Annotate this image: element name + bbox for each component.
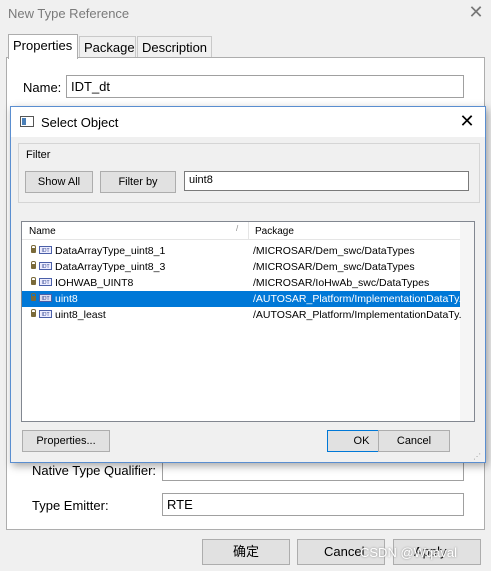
type-emitter-label: Type Emitter:	[32, 498, 109, 513]
parent-window-title: New Type Reference	[8, 6, 130, 21]
item-name: DataArrayType_uint8_1	[55, 245, 166, 257]
list-item[interactable]: IDT DataArrayType_uint8_1/MICROSAR/Dem_sw…	[22, 243, 460, 259]
item-name: IOHWAB_UINT8	[55, 277, 134, 289]
column-header-name[interactable]: Name	[29, 226, 56, 237]
datatype-icon: IDT	[39, 262, 52, 270]
datatype-icon: IDT	[39, 294, 52, 302]
window-icon	[20, 116, 34, 127]
item-package: /AUTOSAR_Platform/ImplementationDataTy..…	[253, 293, 461, 305]
list-item[interactable]: IDT DataArrayType_uint8_3/MICROSAR/Dem_sw…	[22, 259, 460, 275]
type-emitter-input[interactable]: RTE	[162, 493, 464, 516]
datatype-icon: IDT	[39, 246, 52, 254]
properties-button[interactable]: Properties...	[22, 430, 110, 452]
cancel-button[interactable]: Cancel	[378, 430, 450, 452]
list-item[interactable]: IDT IOHWAB_UINT8/MICROSAR/IoHwAb_swc/Data…	[22, 275, 460, 291]
filter-legend: Filter	[25, 149, 52, 161]
lock-icon	[31, 245, 36, 253]
confirm-button[interactable]: 确定	[202, 539, 290, 565]
item-package: /MICROSAR/Dem_swc/DataTypes	[253, 261, 415, 273]
select-object-dialog: Select Object ✕ Filter Show All Filter b…	[10, 106, 486, 463]
tab-description[interactable]: Description	[137, 36, 212, 58]
item-name: uint8_least	[55, 309, 106, 321]
list-item[interactable]: IDT uint8_least/AUTOSAR_Platform/Implemen…	[22, 307, 461, 323]
datatype-icon: IDT	[39, 310, 52, 318]
tab-properties[interactable]: Properties	[8, 34, 78, 59]
item-package: /MICROSAR/Dem_swc/DataTypes	[253, 245, 415, 257]
dialog-titlebar: Select Object ✕	[11, 107, 485, 137]
native-type-qualifier-label: Native Type Qualifier:	[32, 463, 157, 478]
filter-by-button[interactable]: Filter by	[100, 171, 176, 193]
item-package: /MICROSAR/IoHwAb_swc/DataTypes	[253, 277, 430, 289]
watermark: CSDN @Wqaval	[360, 545, 457, 560]
column-header-package[interactable]: Package	[255, 226, 294, 237]
item-package: /AUTOSAR_Platform/ImplementationDataTy..…	[253, 309, 461, 321]
datatype-icon: IDT	[39, 278, 52, 286]
item-name: uint8	[55, 293, 78, 305]
tab-package[interactable]: Package	[79, 36, 136, 58]
resize-grip-icon[interactable]: ⋰	[473, 452, 483, 462]
list-header: Name / Package	[22, 222, 474, 240]
show-all-button[interactable]: Show All	[25, 171, 93, 193]
object-list[interactable]: Name / Package IDT DataArrayType_uint8_1/…	[21, 221, 475, 422]
column-divider[interactable]	[248, 222, 249, 240]
lock-icon	[31, 293, 36, 301]
close-icon[interactable]: ✕	[457, 111, 477, 131]
name-label: Name:	[23, 80, 62, 95]
dialog-title: Select Object	[41, 115, 119, 130]
item-name: DataArrayType_uint8_3	[55, 261, 166, 273]
parent-close-icon[interactable]: ✕	[467, 3, 485, 21]
sort-indicator-icon: /	[236, 224, 239, 233]
lock-icon	[31, 261, 36, 269]
name-input[interactable]: IDT_dt	[66, 75, 464, 98]
lock-icon	[31, 309, 36, 317]
filter-input[interactable]: uint8	[184, 171, 469, 191]
vertical-scrollbar[interactable]	[460, 222, 474, 421]
lock-icon	[31, 277, 36, 285]
list-item[interactable]: IDT uint8/AUTOSAR_Platform/Implementation…	[22, 291, 461, 307]
